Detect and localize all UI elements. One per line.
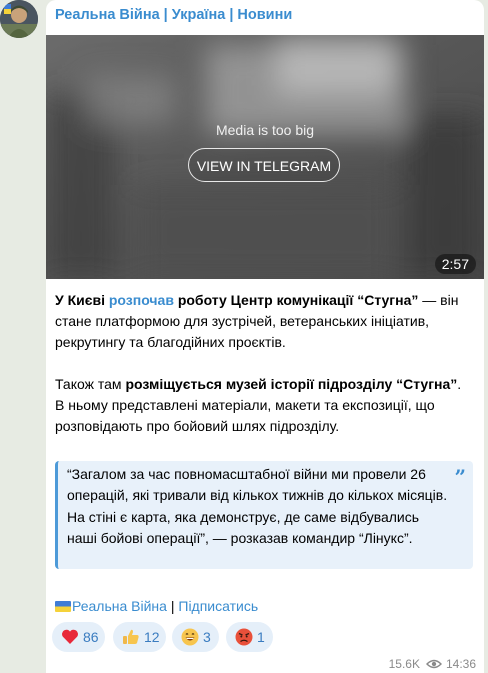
reaction-count: 1: [257, 629, 265, 645]
views-count: 15.6K: [388, 656, 420, 671]
quote-mark-icon: ”: [454, 465, 466, 489]
channel-link[interactable]: Реальна Війна: [72, 598, 167, 614]
post-paragraph-1: У Києві розпочав роботу Центр комунікаці…: [55, 290, 465, 353]
reaction-count: 86: [83, 629, 99, 645]
reaction-heart[interactable]: 86: [52, 622, 105, 652]
channel-title[interactable]: Реальна Війна | Україна | Новини: [55, 7, 292, 23]
angry-face-emoji-icon: [235, 628, 253, 646]
blockquote: “Загалом за час повномасштабної війни ми…: [55, 461, 473, 569]
ukraine-flag-icon: [55, 601, 71, 612]
reaction-count: 3: [203, 629, 211, 645]
signature-separator: |: [166, 598, 179, 614]
post-p1-lead: У Києві: [55, 292, 109, 308]
post-p1-link[interactable]: розпочав: [109, 292, 174, 308]
view-in-telegram-button[interactable]: VIEW IN TELEGRAM: [188, 148, 340, 182]
eye-icon: [425, 659, 442, 669]
message-bubble: Реальна Війна | Україна | Новини Media i…: [46, 0, 484, 673]
blockquote-text: “Загалом за час повномасштабної війни ми…: [67, 466, 448, 546]
message-meta: 15.6K 14:36: [389, 656, 476, 671]
post-p2-bold: розміщується музей історії підрозділу “С…: [125, 376, 458, 392]
thumbs-up-emoji-icon: [123, 629, 139, 644]
channel-avatar[interactable]: [0, 0, 38, 38]
video-duration: 2:57: [434, 254, 476, 274]
reaction-angry[interactable]: 1: [226, 622, 273, 652]
soldier-avatar-image: [0, 0, 38, 38]
post-p1-bold: роботу Центр комунікації “Стугна”: [173, 292, 419, 308]
message-time: 14:36: [445, 656, 476, 671]
reaction-count: 12: [144, 629, 160, 645]
grinning-face-emoji-icon: [181, 628, 199, 646]
post-paragraph-2: Також там розміщується музей історії під…: [55, 374, 465, 437]
heart-emoji-icon: [62, 629, 78, 644]
video-preview[interactable]: Media is too big VIEW IN TELEGRAM 2:57: [46, 35, 484, 279]
reaction-thumbs-up[interactable]: 12: [113, 622, 166, 652]
reaction-grinning[interactable]: 3: [172, 622, 219, 652]
post-p2-lead: Також там: [55, 376, 126, 392]
media-too-big-label: Media is too big: [215, 122, 315, 138]
subscribe-link[interactable]: Підписатись: [178, 598, 258, 614]
post-signature: Реальна Війна | Підписатись: [55, 596, 258, 616]
